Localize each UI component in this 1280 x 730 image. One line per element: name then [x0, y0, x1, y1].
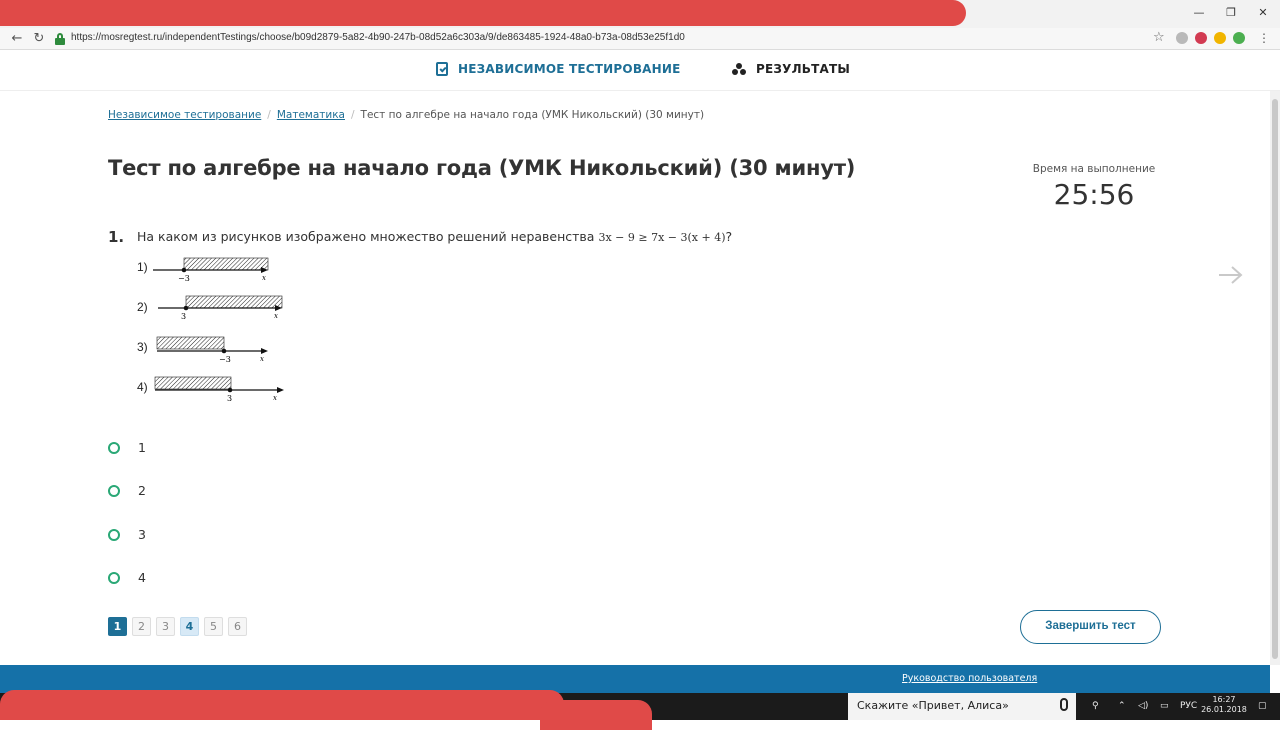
breadcrumb-link-independent-testing[interactable]: Независимое тестирование	[108, 109, 261, 121]
redacted-taskbar-area	[540, 700, 652, 730]
page-button-3[interactable]: 3	[156, 617, 175, 636]
people-icon[interactable]: ⚲	[1092, 697, 1099, 715]
breadcrumb-current: Тест по алгебре на начало года (УМК Нико…	[360, 109, 705, 121]
finish-test-button[interactable]: Завершить тест	[1020, 610, 1161, 644]
clipboard-check-icon	[436, 62, 448, 76]
question-pager: 1 2 3 4 5 6	[108, 617, 247, 636]
window-controls: — ❐ ✕	[1192, 6, 1270, 20]
close-icon[interactable]: ✕	[1256, 6, 1270, 20]
extension-icon[interactable]	[1233, 32, 1245, 44]
page-button-4[interactable]: 4	[180, 617, 199, 636]
breadcrumb-separator: /	[350, 109, 355, 121]
extension-icon[interactable]	[1214, 32, 1226, 44]
extension-icon[interactable]	[1195, 32, 1207, 44]
number-line-4: 3 x	[154, 376, 284, 403]
cortana-search-box[interactable]: Скажите «Привет, Алиса»	[848, 693, 1076, 720]
radio-button[interactable]	[108, 484, 120, 497]
restore-icon[interactable]: ❐	[1224, 6, 1238, 20]
cortana-search-text: Скажите «Привет, Алиса»	[857, 699, 1009, 712]
answer-option-label: 3	[138, 527, 146, 542]
timer-value: 25:56	[1053, 178, 1135, 211]
scrollbar-thumb[interactable]	[1272, 99, 1278, 659]
keyboard-language[interactable]: РУС	[1180, 697, 1197, 715]
answer-option-label: 2	[138, 483, 146, 498]
network-icon[interactable]: ▭	[1160, 697, 1169, 715]
number-line-1: −3 x	[153, 257, 269, 283]
axis-label: x	[273, 394, 277, 402]
bookmark-star-icon[interactable]: ☆	[1153, 31, 1165, 45]
nav-independent-testing[interactable]: НЕЗАВИСИМОЕ ТЕСТИРОВАНИЕ	[436, 62, 681, 76]
browser-menu-icon[interactable]: ⋮	[1258, 31, 1270, 45]
axis-label: x	[274, 312, 278, 320]
timer-label: Время на выполнение	[1032, 163, 1156, 175]
point-label: −3	[178, 274, 190, 283]
redacted-tab-area	[0, 0, 966, 26]
page-button-2[interactable]: 2	[132, 617, 151, 636]
answer-option-label: 1	[138, 440, 146, 455]
nav-results-label: РЕЗУЛЬТАТЫ	[756, 62, 850, 76]
volume-icon[interactable]: ◁)	[1138, 697, 1148, 715]
notifications-icon[interactable]: ▢	[1258, 697, 1267, 715]
redacted-taskbar-area	[0, 690, 260, 720]
question-text-body: На каком из рисунков изображено множеств…	[137, 229, 595, 244]
refresh-icon[interactable]: ↻	[30, 30, 48, 48]
taskbar-clock[interactable]: 16:27 26.01.2018	[1198, 695, 1250, 715]
inequality-formula: 3x − 9 ≥ 7x − 3(x + 4)	[598, 231, 726, 244]
nav-results[interactable]: РЕЗУЛЬТАТЫ	[732, 62, 850, 76]
number-line-3: −3 x	[156, 336, 268, 364]
question-mark: ?	[725, 229, 733, 244]
point-label: 3	[181, 312, 186, 321]
answer-option-3[interactable]: 3	[108, 527, 146, 542]
page-button-1[interactable]: 1	[108, 617, 127, 636]
nav-independent-testing-label: НЕЗАВИСИМОЕ ТЕСТИРОВАНИЕ	[458, 62, 681, 76]
axis-label: x	[260, 355, 264, 363]
minimize-icon[interactable]: —	[1192, 6, 1206, 20]
breadcrumb-link-math[interactable]: Математика	[277, 109, 345, 121]
user-guide-link[interactable]: Руководство пользователя	[902, 673, 1037, 684]
point-label: −3	[219, 355, 231, 364]
answer-option-1[interactable]: 1	[108, 440, 146, 455]
page-title: Тест по алгебре на начало года (УМК Нико…	[108, 156, 856, 180]
radio-button[interactable]	[108, 571, 120, 584]
answer-option-2[interactable]: 2	[108, 483, 146, 498]
clock-date: 26.01.2018	[1201, 705, 1247, 714]
lock-icon	[55, 33, 65, 45]
site-navigation: НЕЗАВИСИМОЕ ТЕСТИРОВАНИЕ РЕЗУЛЬТАТЫ	[0, 51, 1280, 91]
microphone-icon[interactable]	[1060, 698, 1068, 711]
page-scrollbar[interactable]	[1270, 91, 1280, 665]
url-text[interactable]: https://mosregtest.ru/independentTesting…	[71, 32, 685, 43]
question-text: На каком из рисунков изображено множеств…	[137, 229, 732, 244]
results-icon	[732, 63, 746, 75]
next-question-arrow-icon[interactable]	[1216, 262, 1246, 288]
question-number: 1.	[108, 228, 125, 246]
radio-button[interactable]	[108, 528, 120, 541]
point-label: 3	[227, 394, 232, 403]
clock-time: 16:27	[1212, 695, 1236, 704]
redacted-taskbar-area	[228, 690, 564, 720]
breadcrumb-separator: /	[267, 109, 271, 121]
axis-label: x	[262, 274, 266, 282]
breadcrumb: Независимое тестирование / Математика / Тест…	[108, 109, 704, 121]
number-line-2: 3 x	[158, 295, 283, 321]
page-button-5[interactable]: 5	[204, 617, 223, 636]
answer-option-label: 4	[138, 570, 146, 585]
page-button-6[interactable]: 6	[228, 617, 247, 636]
extension-icon[interactable]	[1176, 32, 1188, 44]
site-footer: Руководство пользователя	[0, 665, 1270, 693]
radio-button[interactable]	[108, 441, 120, 454]
browser-titlebar: — ❐ ✕	[0, 0, 1280, 28]
back-icon[interactable]: ←	[8, 30, 26, 48]
address-bar: ← ↻ https://mosregtest.ru/independentTes…	[0, 28, 1280, 50]
answer-option-4[interactable]: 4	[108, 570, 146, 585]
tray-chevron-icon[interactable]: ⌃	[1118, 697, 1126, 715]
